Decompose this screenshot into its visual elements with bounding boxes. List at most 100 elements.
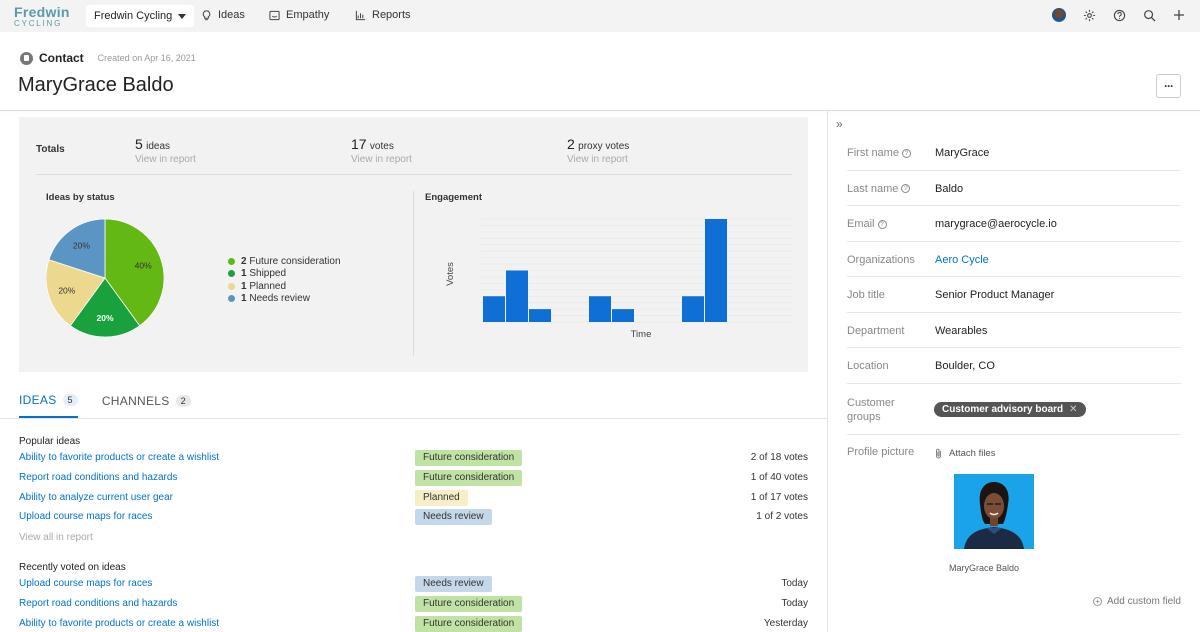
help-icon[interactable]: ? [877,219,887,229]
status-legend: 2 Future consideration 1 Shipped 1 Planned… [228,255,341,305]
idea-row: Ability to favorite products or create a… [19,450,808,467]
idea-link[interactable]: Report road conditions and hazards [19,598,177,609]
tab-channels[interactable]: CHANNELS 2 [102,393,191,418]
engagement-bar[interactable] [682,296,704,322]
field-organizations: Organizations Aero Cycle [847,242,1181,277]
idea-link[interactable]: Upload course maps for races [19,511,152,522]
customer-group-chip[interactable]: Customer advisory board ✕ [934,402,1086,417]
engagement-bar[interactable] [589,296,611,322]
view-in-report-link[interactable]: View in report [351,154,412,165]
engagement-bar[interactable] [612,309,634,322]
tabs-divider [0,418,827,419]
idea-link[interactable]: Report road conditions and hazards [19,472,177,483]
field-label: Last name? [847,183,911,195]
sidebar-divider [827,111,828,632]
record-type-label: Contact [39,51,84,65]
status-badge[interactable]: Future consideration [415,595,523,612]
attach-files-button[interactable]: Attach files [934,448,995,459]
gear-icon[interactable] [1082,8,1096,22]
caret-down-icon [178,13,187,19]
view-in-report-link[interactable]: View in report [135,154,196,165]
add-circle-icon: + [1093,597,1102,606]
field-value[interactable]: Baldo [935,183,963,195]
vote-count: Today [781,578,808,589]
popular-ideas-title: Popular ideas [19,436,81,447]
x-axis-label: Time [631,329,652,340]
workspace-select[interactable]: Fredwin Cycling [86,5,195,27]
view-all-link[interactable]: View all in report [19,532,93,543]
tab-count: 5 [62,394,78,406]
logo[interactable]: Fredwin CYCLING [14,5,69,28]
field-last-name: Last name? Baldo [847,171,1181,206]
pie-label: 40% [135,261,152,271]
idea-link[interactable]: Upload course maps for races [19,578,152,589]
workspace-select-label: Fredwin Cycling [94,10,173,22]
profile-photo[interactable] [954,474,1034,549]
panel-vertical-divider [413,191,414,356]
view-in-report-link[interactable]: View in report [567,154,629,165]
field-label: Department [847,324,905,337]
pie-label: 20% [96,313,113,323]
nav-ideas[interactable]: Ideas [201,9,245,21]
field-value[interactable]: marygrace@aerocycle.io [935,218,1057,230]
engagement-chart-title: Engagement [425,192,483,203]
pie-label: 20% [58,285,75,295]
help-icon[interactable]: ? [901,148,911,158]
plus-icon[interactable] [1172,8,1186,22]
idea-row: Upload course maps for races Needs review… [19,509,808,526]
idea-link[interactable]: Ability to favorite products or create a… [19,452,219,463]
search-icon[interactable] [1142,8,1156,22]
status-badge[interactable]: Needs review [415,509,492,526]
vote-count: 2 of 18 votes [750,452,808,463]
recent-ideas-title: Recently voted on ideas [19,562,126,573]
legend-dot [228,257,235,265]
help-icon[interactable] [1112,8,1126,22]
field-label: Profile picture [847,446,915,458]
status-badge[interactable]: Needs review [415,576,492,592]
panel-divider [36,174,792,175]
pie-label: 20% [73,241,90,251]
engagement-bar[interactable] [483,296,505,322]
collapse-icon[interactable]: » [836,117,843,131]
engagement-bar[interactable] [506,270,528,323]
field-label: Email? [847,218,887,230]
vote-count: 1 of 40 votes [750,471,808,483]
field-label: Job title [847,289,885,301]
idea-row: Ability to favorite products or create a… [19,615,808,632]
field-job-title: Job title Senior Product Manager [847,277,1181,313]
vote-count: Today [781,597,808,609]
status-badge[interactable]: Future consideration [415,615,523,632]
field-value[interactable]: Boulder, CO [935,360,995,372]
remove-icon[interactable]: ✕ [1069,404,1077,415]
field-value[interactable]: MaryGrace [935,147,989,159]
idea-link[interactable]: Ability to analyze current user gear [19,492,173,503]
bar-chart-icon [355,10,366,20]
legend-item: 1 Shipped [228,268,341,281]
help-icon[interactable]: ? [901,184,911,193]
stats-panel: Totals 5 ideas View in report 17 votes V… [19,117,808,372]
photo-caption: MaryGrace Baldo [949,563,1020,573]
idea-row: Upload course maps for races Needs review… [19,576,808,593]
field-value[interactable]: Senior Product Manager [935,289,1054,301]
engagement-bar[interactable] [705,219,727,322]
field-department: Department Wearables [847,313,1181,348]
more-button[interactable]: ··· [1156,74,1181,98]
page-title[interactable]: MaryGrace Baldo [18,74,174,97]
user-avatar[interactable] [1052,8,1066,22]
field-email: Email? marygrace@aerocycle.io [847,206,1181,242]
nav-reports[interactable]: Reports [355,9,411,21]
status-badge[interactable]: Future consideration [415,469,523,486]
status-badge[interactable]: Future consideration [415,450,523,466]
legend-item: 1 Planned [228,280,341,293]
field-label: First name? [847,147,911,159]
nav-empathy[interactable]: Empathy [269,9,329,21]
totals-label: Totals [36,144,65,155]
idea-link[interactable]: Ability to favorite products or create a… [19,618,219,629]
field-value[interactable]: Wearables [935,325,987,337]
engagement-bar[interactable] [529,309,551,322]
field-value[interactable]: Aero Cycle [935,254,989,266]
status-badge[interactable]: Planned [415,489,468,506]
tab-ideas[interactable]: IDEAS 5 [19,393,78,418]
legend-dot [228,295,235,303]
add-custom-field-button[interactable]: + Add custom field [1093,596,1181,607]
